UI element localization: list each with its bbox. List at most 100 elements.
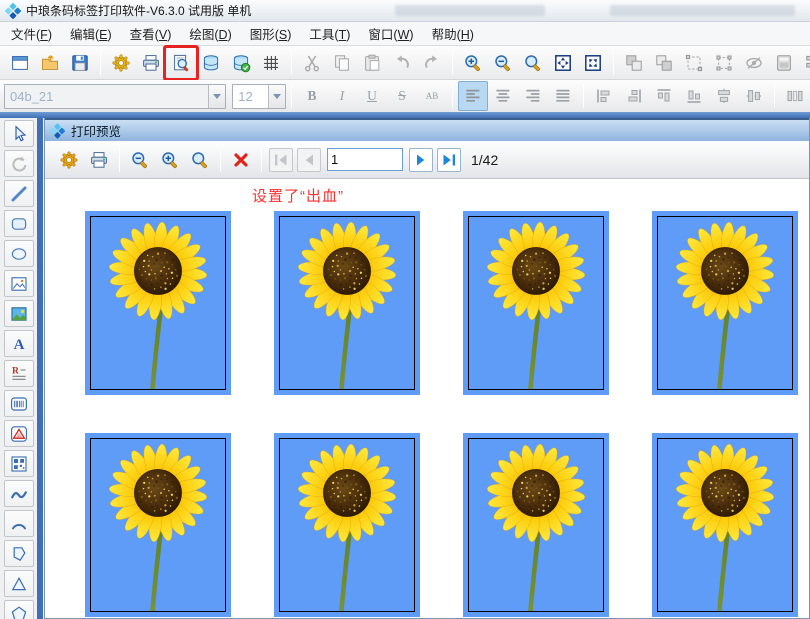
font-family-value: 04b_21: [5, 89, 208, 104]
image-frame-icon: [9, 274, 29, 294]
text-tool-button[interactable]: A: [4, 330, 34, 357]
preview-zoom-out-button[interactable]: [126, 146, 154, 174]
menu-item-0[interactable]: 文件(F): [2, 21, 61, 46]
node-select-button: [709, 48, 739, 78]
arc-tool-button[interactable]: [4, 510, 34, 537]
grid-icon: [261, 53, 281, 73]
grid-toggle-button[interactable]: [256, 48, 286, 78]
fit-screen-button[interactable]: [578, 48, 608, 78]
label-boundary: [90, 216, 226, 390]
node-select-icon: [714, 53, 734, 73]
menu-item-5[interactable]: 工具(T): [300, 21, 359, 46]
fit-page-button[interactable]: [548, 48, 578, 78]
print-preview-button[interactable]: [166, 48, 196, 78]
new-document-icon: [10, 53, 30, 73]
label-boundary: [657, 438, 793, 612]
align-left-button: [458, 81, 488, 111]
image-frame-tool-button[interactable]: [4, 270, 34, 297]
line-tool-button[interactable]: [4, 180, 34, 207]
print-button[interactable]: [136, 48, 166, 78]
preview-zoom-button[interactable]: [186, 146, 214, 174]
barcode-tool-button[interactable]: [4, 390, 34, 417]
print-preview-window: 打印预览 1/42 设置了“出血”: [44, 118, 810, 619]
open-file-button[interactable]: [35, 48, 65, 78]
preview-zoom-in-button[interactable]: [156, 146, 184, 174]
database-connect-button[interactable]: [226, 48, 256, 78]
align-bottom-edges-icon: [684, 86, 704, 106]
zoom-tool-button[interactable]: [518, 48, 548, 78]
prev-page-button: [297, 148, 321, 172]
toolbar-separator: [291, 84, 292, 108]
app-title: 中琅条码标签打印软件-V6.3.0 试用版 单机: [26, 0, 251, 22]
application-window: 中琅条码标签打印软件-V6.3.0 试用版 单机 文件(F)编辑(E)查看(V)…: [0, 0, 810, 619]
menu-item-6[interactable]: 窗口(W): [359, 21, 422, 46]
chevron-down-icon[interactable]: [208, 85, 225, 108]
insert-image-tool-button[interactable]: [4, 300, 34, 327]
menu-item-3[interactable]: 绘图(D): [180, 21, 240, 46]
zoom-in-button[interactable]: [458, 48, 488, 78]
label-preview-r2c2: [274, 433, 420, 617]
triangle-icon: [9, 574, 29, 594]
label-boundary: [279, 216, 415, 390]
toolbar-separator: [774, 84, 775, 108]
bring-forward-button: [649, 48, 679, 78]
format-toolbar: 04b_21 12 BIUSAB: [0, 80, 810, 112]
font-size-select[interactable]: 12: [232, 84, 286, 109]
symbol-tool-button[interactable]: [4, 420, 34, 447]
page-number-input[interactable]: [327, 148, 403, 171]
zoom-icon: [190, 150, 210, 170]
menu-item-4[interactable]: 图形(S): [241, 21, 301, 46]
label-boundary: [279, 438, 415, 612]
object-panel-button: [769, 48, 799, 78]
preview-settings-button[interactable]: [55, 146, 83, 174]
preview-titlebar[interactable]: 打印预览: [45, 118, 809, 141]
barcode-icon: [9, 394, 29, 414]
preview-close-button[interactable]: [227, 146, 255, 174]
polygon-tool-button[interactable]: [4, 540, 34, 567]
rounded-rectangle-tool-button[interactable]: [4, 210, 34, 237]
image-color-icon: [9, 304, 29, 324]
select-tool-button[interactable]: [4, 120, 34, 147]
rich-text-tool-button[interactable]: R: [4, 360, 34, 387]
menu-item-7[interactable]: 帮助(H): [423, 21, 483, 46]
new-document-button[interactable]: [5, 48, 35, 78]
zoom-icon: [523, 53, 543, 73]
wave-line-tool-button[interactable]: [4, 480, 34, 507]
database-icon: [201, 53, 221, 73]
label-preview-r2c1: [85, 433, 231, 617]
last-page-button[interactable]: [437, 148, 461, 172]
rotate-tool-button: [4, 150, 34, 177]
zoom-out-button[interactable]: [488, 48, 518, 78]
undo-icon: [392, 53, 412, 73]
print-preview-icon: [171, 53, 191, 73]
save-button[interactable]: [65, 48, 95, 78]
qrcode-tool-button[interactable]: [4, 450, 34, 477]
preview-print-button[interactable]: [85, 146, 113, 174]
gear-orange-icon: [59, 150, 79, 170]
toolbar-separator: [452, 51, 453, 75]
document-setup-button[interactable]: [106, 48, 136, 78]
underline-button: U: [357, 81, 387, 111]
pentagon-tool-button[interactable]: [4, 600, 34, 619]
font-family-select[interactable]: 04b_21: [4, 84, 226, 109]
align-center-button: [488, 81, 518, 111]
triangle-tool-button[interactable]: [4, 570, 34, 597]
menu-bar: 文件(F)编辑(E)查看(V)绘图(D)图形(S)工具(T)窗口(W)帮助(H): [0, 22, 810, 46]
tool-palette: AR: [0, 118, 37, 619]
ellipse-tool-button[interactable]: [4, 240, 34, 267]
zoom-in-icon: [160, 150, 180, 170]
panel-icon: [774, 53, 794, 73]
database-setup-button[interactable]: [196, 48, 226, 78]
main-toolbar: [0, 46, 810, 80]
next-page-button[interactable]: [409, 148, 433, 172]
save-icon: [70, 53, 90, 73]
menu-item-1[interactable]: 编辑(E): [61, 21, 121, 46]
align-left-edges-icon: [594, 86, 614, 106]
align-center-icon: [493, 86, 513, 106]
toolbar-separator: [583, 84, 584, 108]
chevron-down-icon[interactable]: [268, 85, 285, 108]
menu-item-2[interactable]: 查看(V): [121, 21, 181, 46]
app-titlebar: 中琅条码标签打印软件-V6.3.0 试用版 单机: [0, 0, 810, 22]
align-right-icon: [523, 86, 543, 106]
line-icon: [9, 184, 29, 204]
